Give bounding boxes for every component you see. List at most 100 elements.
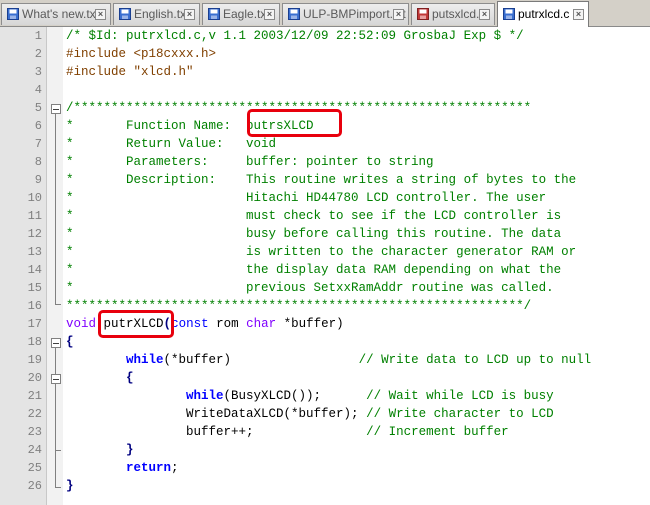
code-line-24: } [66,441,134,459]
keyword-void: void [66,317,97,331]
line-number: 10 [27,191,42,205]
code-line-7: * Return Value: void [66,137,277,151]
tab-label: Eagle.txt [223,7,270,21]
line-number: 13 [27,245,42,259]
code-comment: // Write data to LCD up to null [358,353,592,367]
code-editor[interactable]: 1 2 3 4 5 6 7 8 9 10 11 12 13 14 15 16 1… [0,27,650,505]
line-number: 25 [27,461,42,475]
line-number: 7 [34,137,42,151]
code-line-2: #include <p18cxxx.h> [66,47,217,61]
tab-bar: What's new.txt × English.txt × Eagle.txt… [0,0,650,27]
tab-whats-new[interactable]: What's new.txt × [1,3,111,25]
code-line-13: * is written to the character generator … [66,245,577,259]
tab-label: putsxlcd.c [432,7,486,21]
line-number: 4 [34,83,42,97]
tab-label: What's new.txt [22,7,99,21]
line-number: 23 [27,425,42,439]
fold-end-icon [55,450,61,451]
fold-end-icon [55,304,61,305]
close-tab-icon[interactable]: × [479,9,490,20]
line-number: 2 [34,47,42,61]
close-tab-icon[interactable]: × [393,9,404,20]
tab-label: ULP-BMPimport.txt [303,7,406,21]
code-line-9: * Description: This routine writes a str… [66,173,577,187]
brace: { [126,371,134,385]
code-line-25: return; [66,459,179,477]
code-text: WriteDataXLCD(*buffer); [186,407,359,421]
tab-putrxlcd[interactable]: putrxlcd.c × [497,1,589,27]
code-line-11: * must check to see if the LCD controlle… [66,209,562,223]
code-line-23: buffer++; // Increment buffer [66,423,509,441]
fold-toggle-icon[interactable] [51,338,61,348]
line-number: 16 [27,299,42,313]
tab-eagle[interactable]: Eagle.txt × [202,3,280,25]
keyword-char: char [246,317,277,331]
code-comment: // Write character to LCD [366,407,554,421]
code-comment: // Increment buffer [366,425,509,439]
save-file-icon [288,8,300,20]
semicolon: ; [171,461,179,475]
line-number: 5 [34,101,42,115]
tab-label: English.txt [134,7,190,21]
tab-putsxlcd[interactable]: putsxlcd.c × [411,3,495,25]
highlight-function-name-definition [98,310,174,338]
tab-label: putrxlcd.c [518,7,570,21]
code-line-14: * the display data RAM depending on what… [66,263,562,277]
line-number: 14 [27,263,42,277]
brace: } [126,443,134,457]
fold-end-icon [55,487,61,488]
code-line-12: * busy before calling this routine. The … [66,227,562,241]
save-file-icon [503,8,515,20]
line-number-gutter: 1 2 3 4 5 6 7 8 9 10 11 12 13 14 15 16 1… [0,27,47,505]
code-line-22: WriteDataXLCD(*buffer); // Write charact… [66,405,554,423]
line-number: 17 [27,317,42,331]
code-line-26: } [66,479,74,493]
line-number: 26 [27,479,42,493]
save-file-icon [208,8,220,20]
code-text: (BusyXLCD()); [223,389,322,403]
code-text: (*buffer) [163,353,232,367]
code-line-20: { [66,369,134,387]
modified-file-icon [417,8,429,20]
code-line-15: * previous SetxxRamAddr routine was call… [66,281,554,295]
fold-line [55,348,56,487]
code-line-10: * Hitachi HD44780 LCD controller. The us… [66,191,547,205]
line-number: 15 [27,281,42,295]
line-number: 20 [27,371,42,385]
line-number: 11 [27,209,42,223]
line-number: 21 [27,389,42,403]
line-number: 8 [34,155,42,169]
param-text: *buffer) [276,317,344,331]
code-text: buffer++; [186,425,254,439]
code-line-8: * Parameters: buffer: pointer to string [66,155,434,169]
fold-toggle-icon[interactable] [51,374,61,384]
code-line-18: { [66,335,74,349]
code-line-3: #include "xlcd.h" [66,65,194,79]
close-tab-icon[interactable]: × [264,9,275,20]
keyword-while: while [186,389,224,403]
save-file-icon [7,8,19,20]
code-line-19: while(*buffer) // Write data to LCD up t… [66,351,591,369]
highlight-function-name-comment [247,109,342,137]
rom-qualifier: rom [208,317,247,331]
line-number: 18 [27,335,42,349]
line-number: 1 [34,29,42,43]
tab-ulp-bmpimport[interactable]: ULP-BMPimport.txt × [282,3,409,25]
close-tab-icon[interactable]: × [573,9,584,20]
line-number: 22 [27,407,42,421]
keyword-return: return [126,461,172,475]
code-comment: // Wait while LCD is busy [366,389,554,403]
line-number: 19 [27,353,42,367]
code-line-1: /* $Id: putrxlcd.c,v 1.1 2003/12/09 22:5… [66,29,524,43]
fold-toggle-icon[interactable] [51,104,61,114]
keyword-while: while [126,353,164,367]
save-file-icon [119,8,131,20]
line-number: 12 [27,227,42,241]
tab-english[interactable]: English.txt × [113,3,200,25]
fold-line [55,114,56,304]
code-area[interactable]: /* $Id: putrxlcd.c,v 1.1 2003/12/09 22:5… [64,27,650,505]
close-tab-icon[interactable]: × [184,9,195,20]
close-tab-icon[interactable]: × [95,9,106,20]
line-number: 24 [27,443,42,457]
line-number: 3 [34,65,42,79]
